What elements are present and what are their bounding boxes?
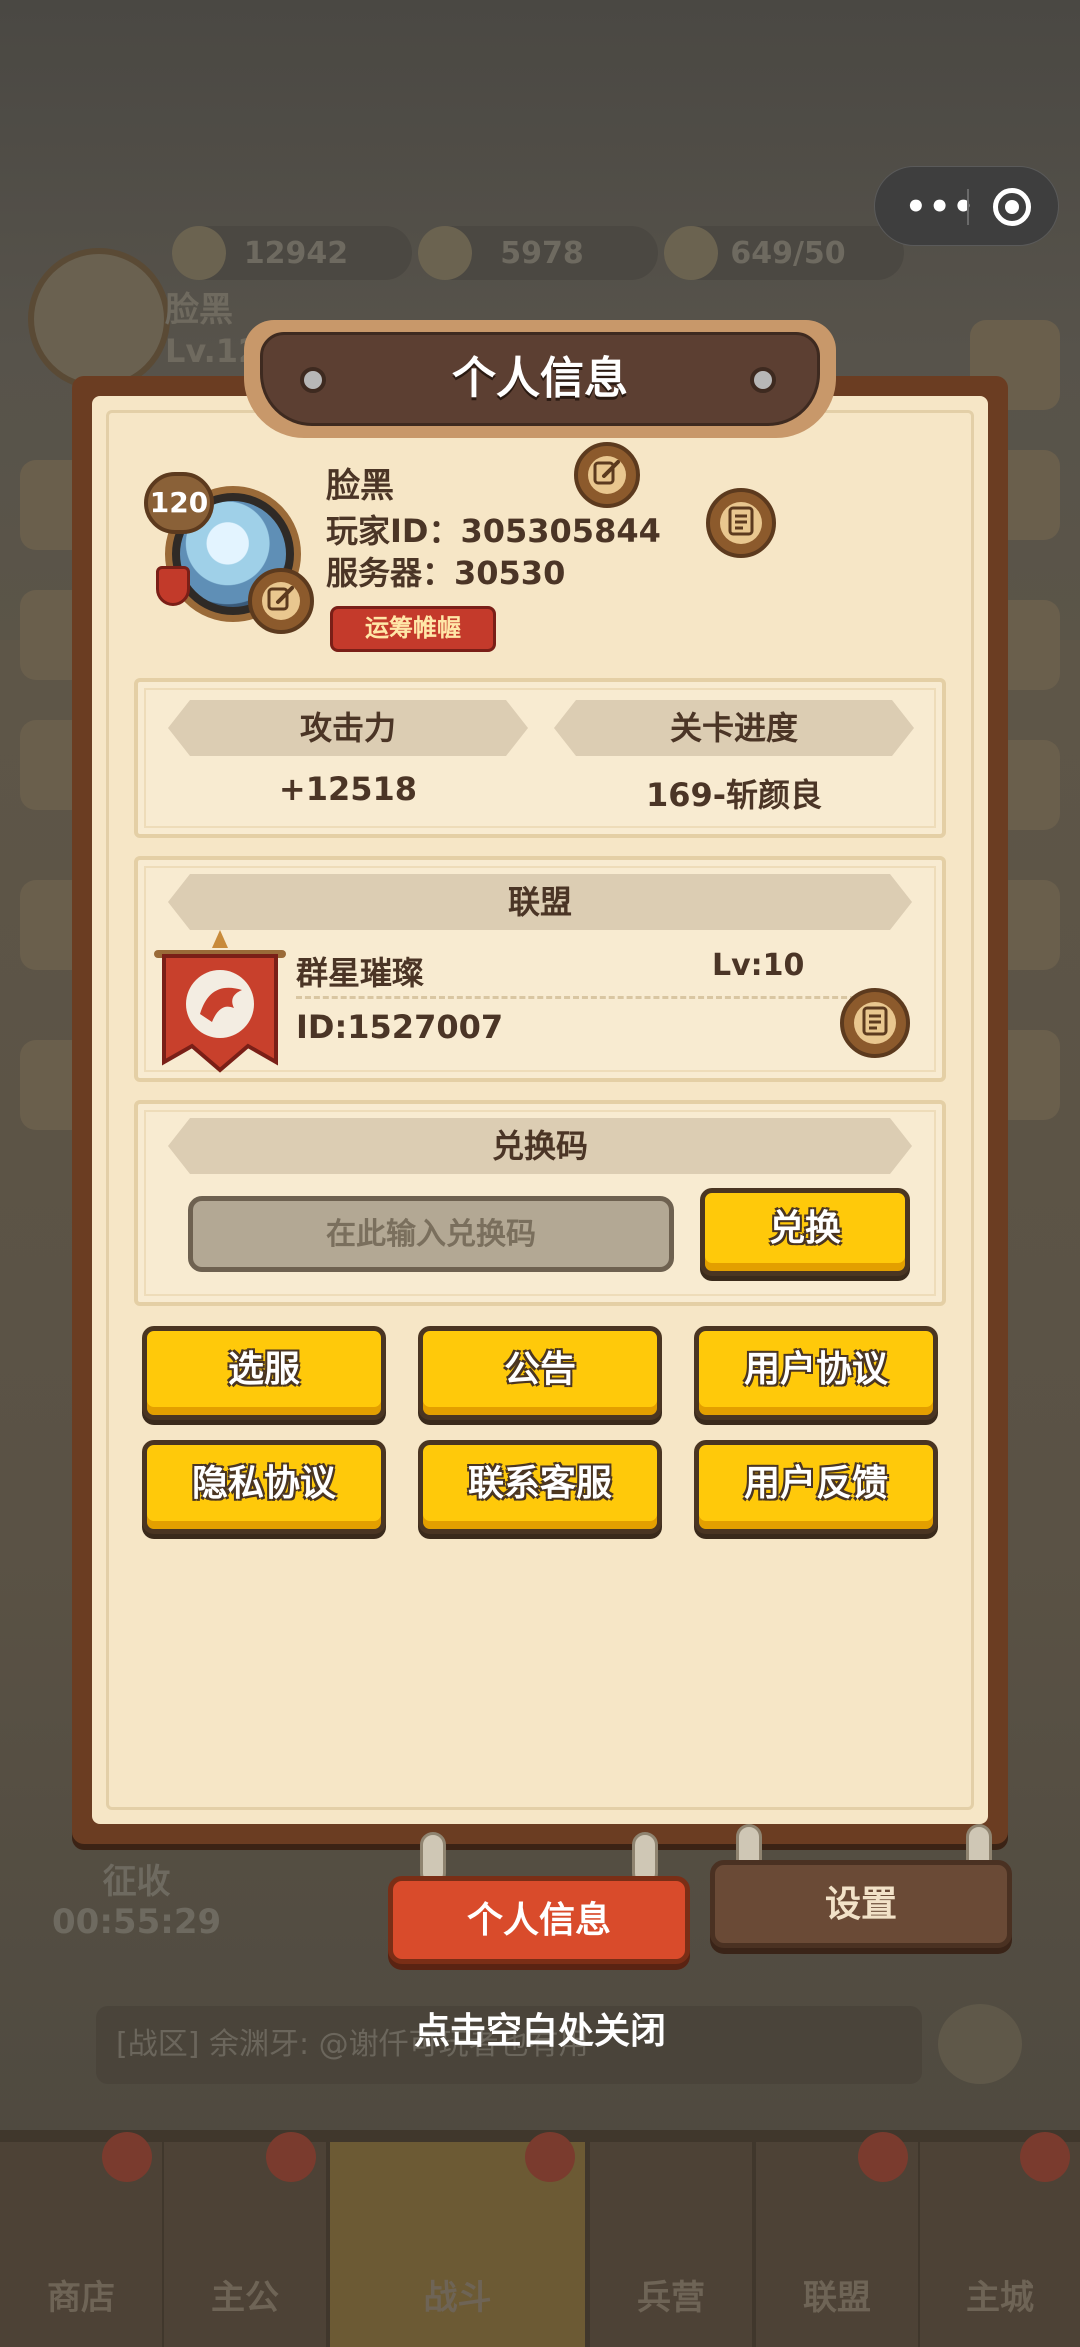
tab-alliance: 联盟 — [756, 2132, 918, 2347]
redeem-button[interactable]: 兑换 — [700, 1188, 910, 1276]
alert-badge-icon — [525, 2132, 575, 2182]
attack-value: +12518 — [278, 770, 418, 808]
level-badge: 120 — [144, 472, 214, 534]
tab-label: 兵营 — [637, 2278, 705, 2318]
coin-resource: 5978 — [418, 226, 658, 280]
gold-ingot-icon — [172, 226, 226, 280]
tab-label: 战斗 — [423, 2278, 492, 2318]
tab-settings[interactable]: 设置 — [710, 1860, 1012, 1948]
dialog-title: 个人信息 — [452, 353, 628, 404]
background-player-name: 脸黑 — [165, 290, 233, 330]
announcement-button[interactable]: 公告 — [418, 1326, 662, 1420]
redeem-code-input[interactable] — [188, 1196, 674, 1272]
close-hint[interactable]: 点击空白处关闭 — [0, 2002, 1080, 2054]
alliance-name: 群星璀璨 — [296, 954, 425, 992]
document-icon — [728, 506, 754, 536]
close-miniprogram-icon[interactable] — [993, 188, 1031, 226]
redeem-header: 兑换码 — [168, 1118, 912, 1174]
stamina-amount: 649/50 — [730, 235, 846, 271]
more-menu-button[interactable]: ••• — [905, 167, 976, 247]
player-id: 玩家ID：305305844 — [326, 512, 661, 550]
alert-badge-icon — [858, 2132, 908, 2182]
gold-resource: 12942 — [172, 226, 412, 280]
alliance-header: 联盟 — [168, 874, 912, 930]
coin-amount: 5978 — [500, 235, 584, 271]
attack-header: 攻击力 — [168, 700, 528, 756]
user-agreement-button[interactable]: 用户协议 — [694, 1326, 938, 1420]
capsule-divider — [967, 189, 969, 225]
collect-timer: 00:55:29 — [52, 1902, 222, 1942]
edit-avatar-button[interactable] — [248, 568, 314, 634]
background-collect: 征收 00:55:29 — [52, 1862, 221, 1942]
tab-label: 主公 — [211, 2278, 279, 2318]
collect-label: 征收 — [102, 1862, 171, 1902]
user-feedback-button[interactable]: 用户反馈 — [694, 1440, 938, 1534]
tab-personal-info[interactable]: 个人信息 — [388, 1876, 690, 1964]
miniprogram-capsule: ••• — [874, 166, 1059, 246]
stamina-icon — [664, 226, 718, 280]
alliance-divider — [296, 996, 856, 999]
tab-battle: 战斗 — [330, 2132, 585, 2347]
tab-label: 联盟 — [803, 2278, 871, 2318]
background-avatar — [28, 248, 170, 390]
alliance-banner-icon — [154, 930, 286, 1073]
rivet-icon — [300, 367, 326, 393]
pencil-icon — [593, 460, 620, 485]
privacy-policy-button[interactable]: 隐私协议 — [142, 1440, 386, 1534]
player-server: 服务器：30530 — [326, 554, 566, 592]
gold-amount: 12942 — [243, 235, 349, 271]
player-name: 脸黑 — [326, 466, 394, 506]
alliance-id: ID:1527007 — [296, 1008, 504, 1046]
shield-icon — [156, 566, 190, 606]
player-info-button[interactable] — [706, 488, 776, 558]
pencil-icon — [267, 586, 294, 611]
tab-label: 商店 — [47, 2278, 115, 2318]
contact-support-button[interactable]: 联系客服 — [418, 1440, 662, 1534]
alert-badge-icon — [1020, 2132, 1070, 2182]
edit-name-button[interactable] — [574, 442, 640, 508]
alert-badge-icon — [102, 2132, 152, 2182]
title-badge: 运筹帷幄 — [330, 606, 496, 652]
alliance-level: Lv:10 — [712, 948, 805, 983]
progress-value: 169-斩颜良 — [645, 776, 823, 814]
select-server-button[interactable]: 选服 — [142, 1326, 386, 1420]
tab-label: 主城 — [966, 2278, 1034, 2318]
rivet-icon — [750, 367, 776, 393]
progress-header: 关卡进度 — [554, 700, 914, 756]
tab-main-city: 主城 — [920, 2132, 1080, 2347]
tab-lord: 主公 — [164, 2132, 326, 2347]
document-icon — [862, 1006, 888, 1036]
coin-icon — [418, 226, 472, 280]
stamina-resource: 649/50 — [664, 226, 904, 280]
alert-badge-icon — [266, 2132, 316, 2182]
tab-shop: 商店 — [0, 2132, 162, 2347]
alliance-info-button[interactable] — [840, 988, 910, 1058]
tab-barracks: 兵营 — [590, 2142, 752, 2347]
